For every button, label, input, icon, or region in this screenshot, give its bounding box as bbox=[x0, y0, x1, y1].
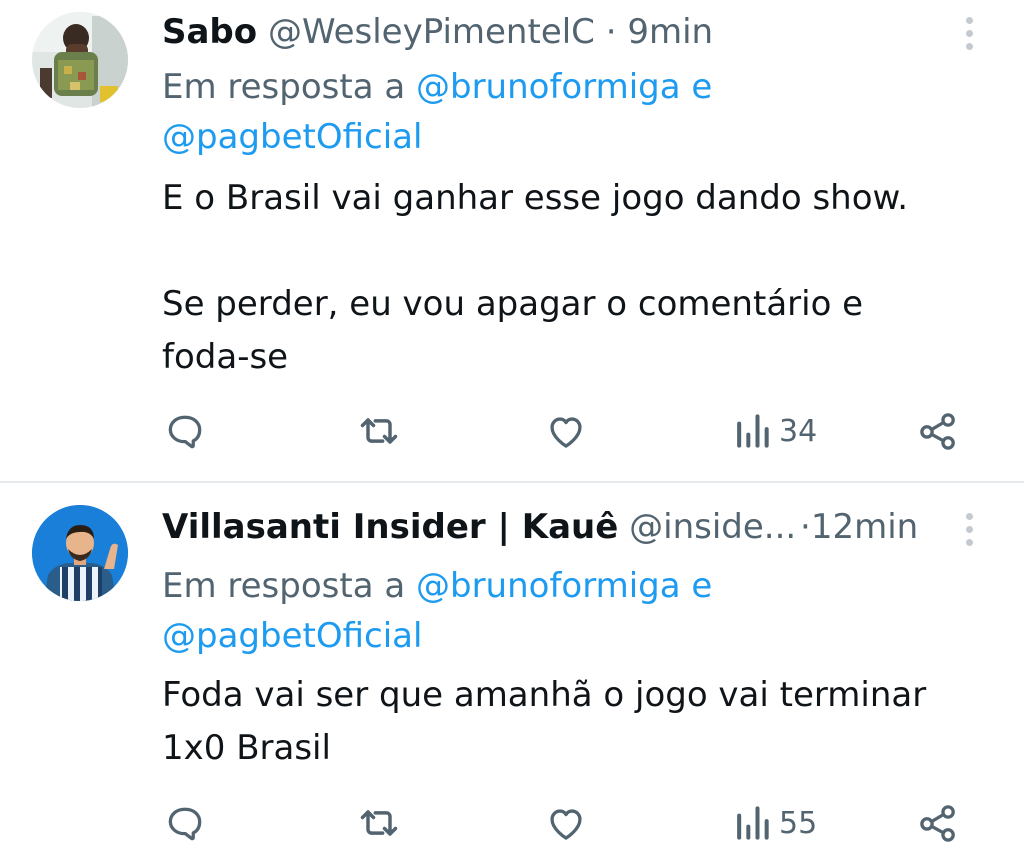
display-name[interactable]: Villasanti Insider | Kauê bbox=[162, 507, 618, 547]
retweet-button[interactable] bbox=[355, 406, 403, 456]
tweet-text-line: foda-se bbox=[162, 337, 289, 377]
reply-context: Em resposta a @brunoformiga e @pagbetOfi… bbox=[162, 62, 712, 162]
share-icon bbox=[920, 805, 955, 842]
reply-joiner: e bbox=[691, 566, 713, 606]
reply-prefix: Em resposta a bbox=[162, 67, 406, 107]
views-button[interactable]: 34 bbox=[733, 406, 817, 456]
views-button[interactable]: 55 bbox=[733, 798, 817, 848]
tweet[interactable]: Sabo @WesleyPimentelC · 9min Em resposta… bbox=[0, 0, 1024, 482]
tweet-text-line: Foda vai ser que amanhã o jogo vai termi… bbox=[162, 675, 927, 715]
like-button[interactable] bbox=[543, 406, 589, 456]
more-vertical-icon[interactable] bbox=[964, 513, 976, 552]
view-count: 34 bbox=[779, 413, 818, 449]
action-bar: 55 bbox=[0, 798, 1024, 848]
reply-button[interactable] bbox=[163, 798, 207, 848]
heart-icon bbox=[550, 417, 582, 448]
avatar[interactable] bbox=[32, 12, 128, 108]
separator-dot: · bbox=[800, 507, 811, 547]
tweet-text: Foda vai ser que amanhã o jogo vai termi… bbox=[162, 669, 926, 775]
mention-link[interactable]: @brunoformiga bbox=[416, 67, 681, 107]
action-bar: 34 bbox=[0, 406, 1024, 456]
more-vertical-icon[interactable] bbox=[964, 17, 976, 56]
reply-icon bbox=[168, 807, 202, 841]
timestamp[interactable]: 9min bbox=[627, 12, 713, 52]
views-bar-chart-icon bbox=[737, 806, 769, 840]
timestamp[interactable]: 12min bbox=[811, 507, 918, 547]
retweet-icon bbox=[360, 810, 398, 836]
tweet-text: E o Brasil vai ganhar esse jogo dando sh… bbox=[162, 172, 908, 384]
display-name[interactable]: Sabo bbox=[162, 12, 257, 52]
reply-icon bbox=[168, 415, 202, 449]
user-handle[interactable]: @inside... bbox=[629, 507, 796, 547]
tweet-feed: Sabo @WesleyPimentelC · 9min Em resposta… bbox=[0, 0, 1024, 862]
mention-link[interactable]: @pagbetOficial bbox=[162, 117, 422, 157]
reply-joiner: e bbox=[691, 67, 713, 107]
tweet-text-line: E o Brasil vai ganhar esse jogo dando sh… bbox=[162, 178, 909, 218]
separator-dot: · bbox=[605, 12, 617, 52]
retweet-icon bbox=[360, 418, 398, 444]
tweet[interactable]: Villasanti Insider | Kauê @inside... ·12… bbox=[0, 483, 1024, 862]
share-button[interactable] bbox=[916, 406, 960, 456]
tweet-text-line: Se perder, eu vou apagar o comentário e bbox=[162, 284, 864, 324]
heart-icon bbox=[550, 809, 582, 840]
share-icon bbox=[920, 413, 955, 450]
mention-link[interactable]: @pagbetOficial bbox=[162, 616, 422, 656]
avatar[interactable] bbox=[32, 505, 128, 601]
tweet-text-line: 1x0 Brasil bbox=[162, 728, 331, 768]
views-bar-chart-icon bbox=[737, 414, 769, 448]
reply-button[interactable] bbox=[163, 406, 207, 456]
share-button[interactable] bbox=[916, 798, 960, 848]
retweet-button[interactable] bbox=[355, 798, 403, 848]
tweet-text-gap bbox=[162, 225, 908, 278]
like-button[interactable] bbox=[543, 798, 589, 848]
reply-context: Em resposta a @brunoformiga e @pagbetOfi… bbox=[162, 561, 712, 661]
view-count: 55 bbox=[779, 805, 818, 841]
tweet-header: Villasanti Insider | Kauê @inside... ·12… bbox=[162, 507, 944, 547]
reply-prefix: Em resposta a bbox=[162, 566, 406, 606]
user-handle[interactable]: @WesleyPimentelC bbox=[268, 12, 595, 52]
mention-link[interactable]: @brunoformiga bbox=[416, 566, 681, 606]
tweet-header: Sabo @WesleyPimentelC · 9min bbox=[162, 12, 944, 52]
